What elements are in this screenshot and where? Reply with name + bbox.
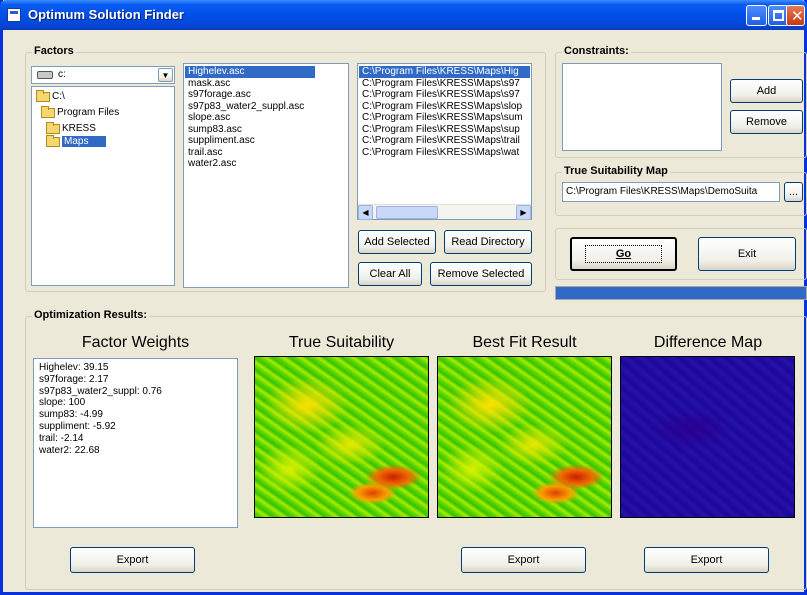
- drive-icon: [37, 71, 53, 79]
- progress-fill: [556, 287, 806, 299]
- remove-selected-button[interactable]: Remove Selected: [430, 262, 532, 286]
- horizontal-scrollbar[interactable]: ◀ ▶: [358, 204, 531, 220]
- drive-dropdown-button[interactable]: ▼: [158, 68, 173, 82]
- map-path-value: C:\Program Files\KRESS\Maps\DemoSuita: [566, 186, 758, 197]
- tree-item-label: Program Files: [57, 107, 120, 118]
- map-path-field[interactable]: C:\Program Files\KRESS\Maps\DemoSuita: [562, 182, 780, 202]
- progress-bar: [555, 286, 807, 300]
- list-item[interactable]: C:\Program Files\KRESS\Maps\sum: [359, 112, 530, 124]
- list-item[interactable]: water2.asc: [185, 158, 347, 170]
- chevron-down-icon: ▼: [161, 70, 170, 80]
- list-item[interactable]: C:\Program Files\KRESS\Maps\s97: [359, 89, 530, 101]
- add-selected-button[interactable]: Add Selected: [358, 230, 436, 254]
- tree-item-maps[interactable]: Maps: [46, 134, 107, 147]
- browse-button[interactable]: ...: [784, 182, 803, 202]
- weight-item: sump83: -4.99: [39, 409, 103, 421]
- tree-item-root[interactable]: C:\: [36, 89, 65, 102]
- factor-weights-title: Factor Weights: [81, 334, 190, 351]
- optimization-results-label: Optimization Results:: [32, 309, 150, 321]
- clear-all-button[interactable]: Clear All: [358, 262, 422, 286]
- tree-item-kress[interactable]: KRESS: [46, 121, 96, 134]
- list-item[interactable]: C:\Program Files\KRESS\Maps\s97: [359, 78, 530, 90]
- go-button[interactable]: Go: [570, 237, 677, 271]
- list-item[interactable]: s97p83_water2_suppl.asc: [185, 101, 347, 113]
- list-item[interactable]: C:\Program Files\KRESS\Maps\trail: [359, 135, 530, 147]
- list-item[interactable]: slope.asc: [185, 112, 347, 124]
- add-constraint-button[interactable]: Add: [730, 79, 803, 103]
- constraints-group-label: Constraints:: [562, 45, 631, 57]
- list-item[interactable]: Highelev.asc: [185, 66, 315, 78]
- chevron-left-icon: ◀: [362, 208, 369, 217]
- weight-item: s97p83_water2_suppl: 0.76: [39, 385, 162, 397]
- weight-item: trail: -2.14: [39, 432, 84, 444]
- tree-item-label: KRESS: [62, 123, 96, 134]
- scroll-left-button[interactable]: ◀: [358, 205, 373, 220]
- true-suitability-map-label: True Suitability Map: [562, 165, 670, 177]
- open-folder-icon: [41, 105, 55, 118]
- difference-map-title: Difference Map: [653, 334, 763, 351]
- weight-item: water2: 22.68: [39, 444, 100, 456]
- list-item[interactable]: s97forage.asc: [185, 89, 347, 101]
- title-bar[interactable]: Optimum Solution Finder ✕: [0, 0, 807, 30]
- list-item[interactable]: C:\Program Files\KRESS\Maps\wat: [359, 147, 530, 159]
- export-difference-button[interactable]: Export: [644, 547, 769, 573]
- scroll-right-button[interactable]: ▶: [516, 205, 531, 220]
- weight-item: suppliment: -5.92: [39, 420, 116, 432]
- export-weights-button[interactable]: Export: [70, 547, 195, 573]
- true-suitability-title: True Suitability: [288, 334, 395, 351]
- close-icon: ✕: [791, 7, 804, 25]
- factors-group-label: Factors: [32, 45, 76, 57]
- true-suitability-map: [254, 356, 429, 518]
- weight-item: slope: 100: [39, 397, 86, 409]
- tree-item-program-files[interactable]: Program Files: [41, 105, 120, 118]
- app-icon: [7, 8, 21, 22]
- drive-select[interactable]: c: ▼: [31, 66, 175, 84]
- tree-item-label: C:\: [52, 91, 65, 102]
- constraints-list[interactable]: [562, 63, 722, 151]
- open-folder-icon: [46, 121, 60, 134]
- list-item[interactable]: C:\Program Files\KRESS\Maps\sup: [359, 124, 530, 136]
- selected-factors-items: C:\Program Files\KRESS\Maps\Hig C:\Progr…: [359, 66, 530, 158]
- open-folder-icon: [46, 134, 60, 147]
- list-item[interactable]: sump83.asc: [185, 124, 347, 136]
- list-item[interactable]: mask.asc: [185, 78, 347, 90]
- list-item[interactable]: trail.asc: [185, 147, 347, 159]
- open-folder-icon: [36, 89, 50, 102]
- list-item[interactable]: C:\Program Files\KRESS\Maps\slop: [359, 101, 530, 113]
- list-item[interactable]: suppliment.asc: [185, 135, 347, 147]
- maximize-icon: [773, 10, 784, 21]
- close-button[interactable]: ✕: [786, 5, 805, 26]
- exit-button[interactable]: Exit: [698, 237, 796, 271]
- factor-weights-items: Highelev: 39.15 s97forage: 2.17 s97p83_w…: [36, 362, 162, 456]
- go-button-label: Go: [584, 245, 663, 263]
- weight-item: s97forage: 2.17: [39, 373, 109, 385]
- remove-constraint-button[interactable]: Remove: [730, 110, 803, 134]
- weight-item: Highelev: 39.15: [39, 362, 109, 373]
- drive-value: c:: [58, 69, 66, 80]
- best-fit-result-map: [437, 356, 612, 518]
- export-best-fit-button[interactable]: Export: [461, 547, 586, 573]
- scroll-thumb[interactable]: [376, 206, 438, 219]
- window-title: Optimum Solution Finder: [28, 7, 184, 22]
- chevron-right-icon: ▶: [520, 208, 527, 217]
- read-directory-button[interactable]: Read Directory: [444, 230, 532, 254]
- minimize-button[interactable]: [746, 5, 767, 26]
- minimize-icon: [752, 17, 760, 20]
- file-list-items: Highelev.asc mask.asc s97forage.asc s97p…: [185, 66, 347, 170]
- factor-weights-list[interactable]: Highelev: 39.15 s97forage: 2.17 s97p83_w…: [33, 358, 238, 528]
- list-item[interactable]: C:\Program Files\KRESS\Maps\Hig: [359, 66, 530, 78]
- tree-item-label: Maps: [62, 136, 107, 147]
- best-fit-result-title: Best Fit Result: [472, 334, 577, 351]
- difference-map: [620, 356, 795, 518]
- app-window: Optimum Solution Finder ✕ Factors c: ▼ C…: [0, 0, 807, 595]
